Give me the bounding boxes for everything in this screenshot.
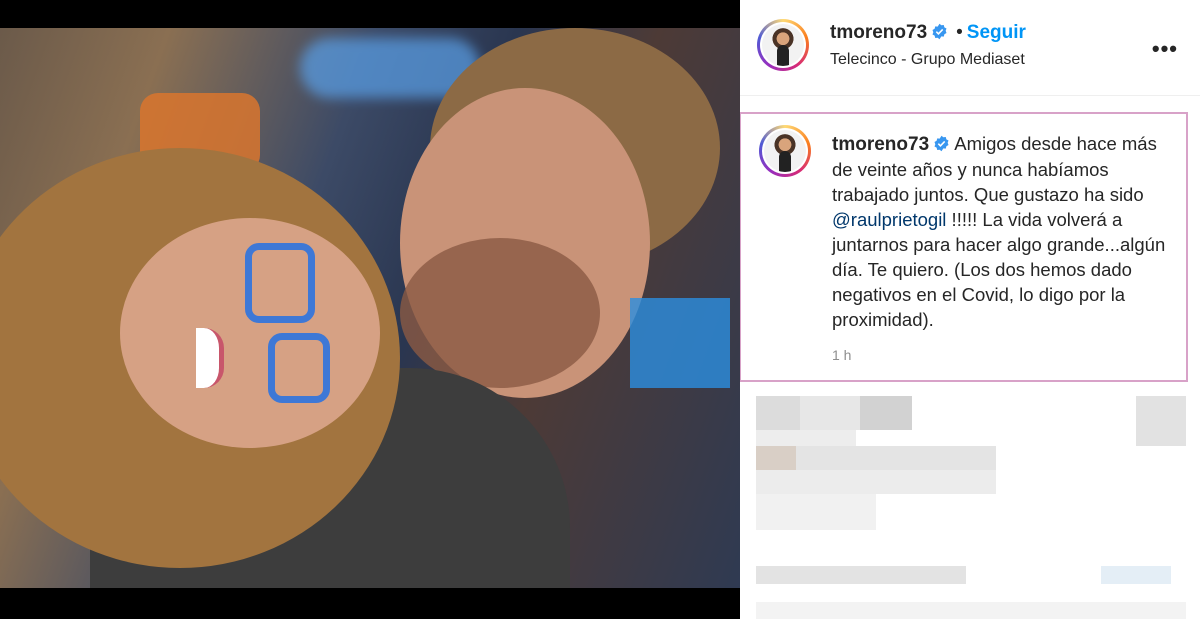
- caption-author-avatar[interactable]: [759, 125, 811, 177]
- more-options-icon[interactable]: •••: [1152, 36, 1178, 62]
- post-photo[interactable]: [0, 28, 740, 588]
- caption-timestamp[interactable]: 1 h: [832, 347, 851, 363]
- author-username[interactable]: tmoreno73: [830, 22, 927, 43]
- caption-mention-link[interactable]: @raulprietogil: [832, 209, 946, 230]
- header-name-row: tmoreno73 • Seguir: [830, 22, 1026, 44]
- post-sidebar: tmoreno73 • Seguir Telecinco - Grupo Media…: [740, 0, 1200, 619]
- obscured-comment-1: [756, 396, 1186, 536]
- header-separator: •: [956, 22, 963, 43]
- caption-author-avatar-image: [764, 130, 806, 172]
- photo-woman-glasses-2: [268, 333, 330, 403]
- verified-badge-icon: [934, 135, 949, 152]
- caption-comment: tmoreno73 Amigos desde hace más de veint…: [740, 112, 1188, 382]
- photo-tv-screen: [630, 298, 730, 388]
- caption-username[interactable]: tmoreno73: [832, 134, 929, 155]
- photo-woman-glasses: [245, 243, 315, 323]
- verified-badge-icon: [932, 23, 947, 40]
- author-avatar[interactable]: [757, 19, 809, 71]
- obscured-comment-2: [756, 566, 1186, 619]
- caption-text: tmoreno73 Amigos desde hace más de veint…: [832, 131, 1172, 332]
- photo-man-beard: [400, 238, 600, 388]
- author-avatar-image: [762, 24, 804, 66]
- post-photo-pane: [0, 0, 740, 619]
- post-location[interactable]: Telecinco - Grupo Mediaset: [830, 51, 1025, 69]
- photo-woman-smile: [196, 328, 224, 388]
- follow-button[interactable]: Seguir: [967, 22, 1026, 43]
- post-header: tmoreno73 • Seguir Telecinco - Grupo Media…: [740, 0, 1200, 96]
